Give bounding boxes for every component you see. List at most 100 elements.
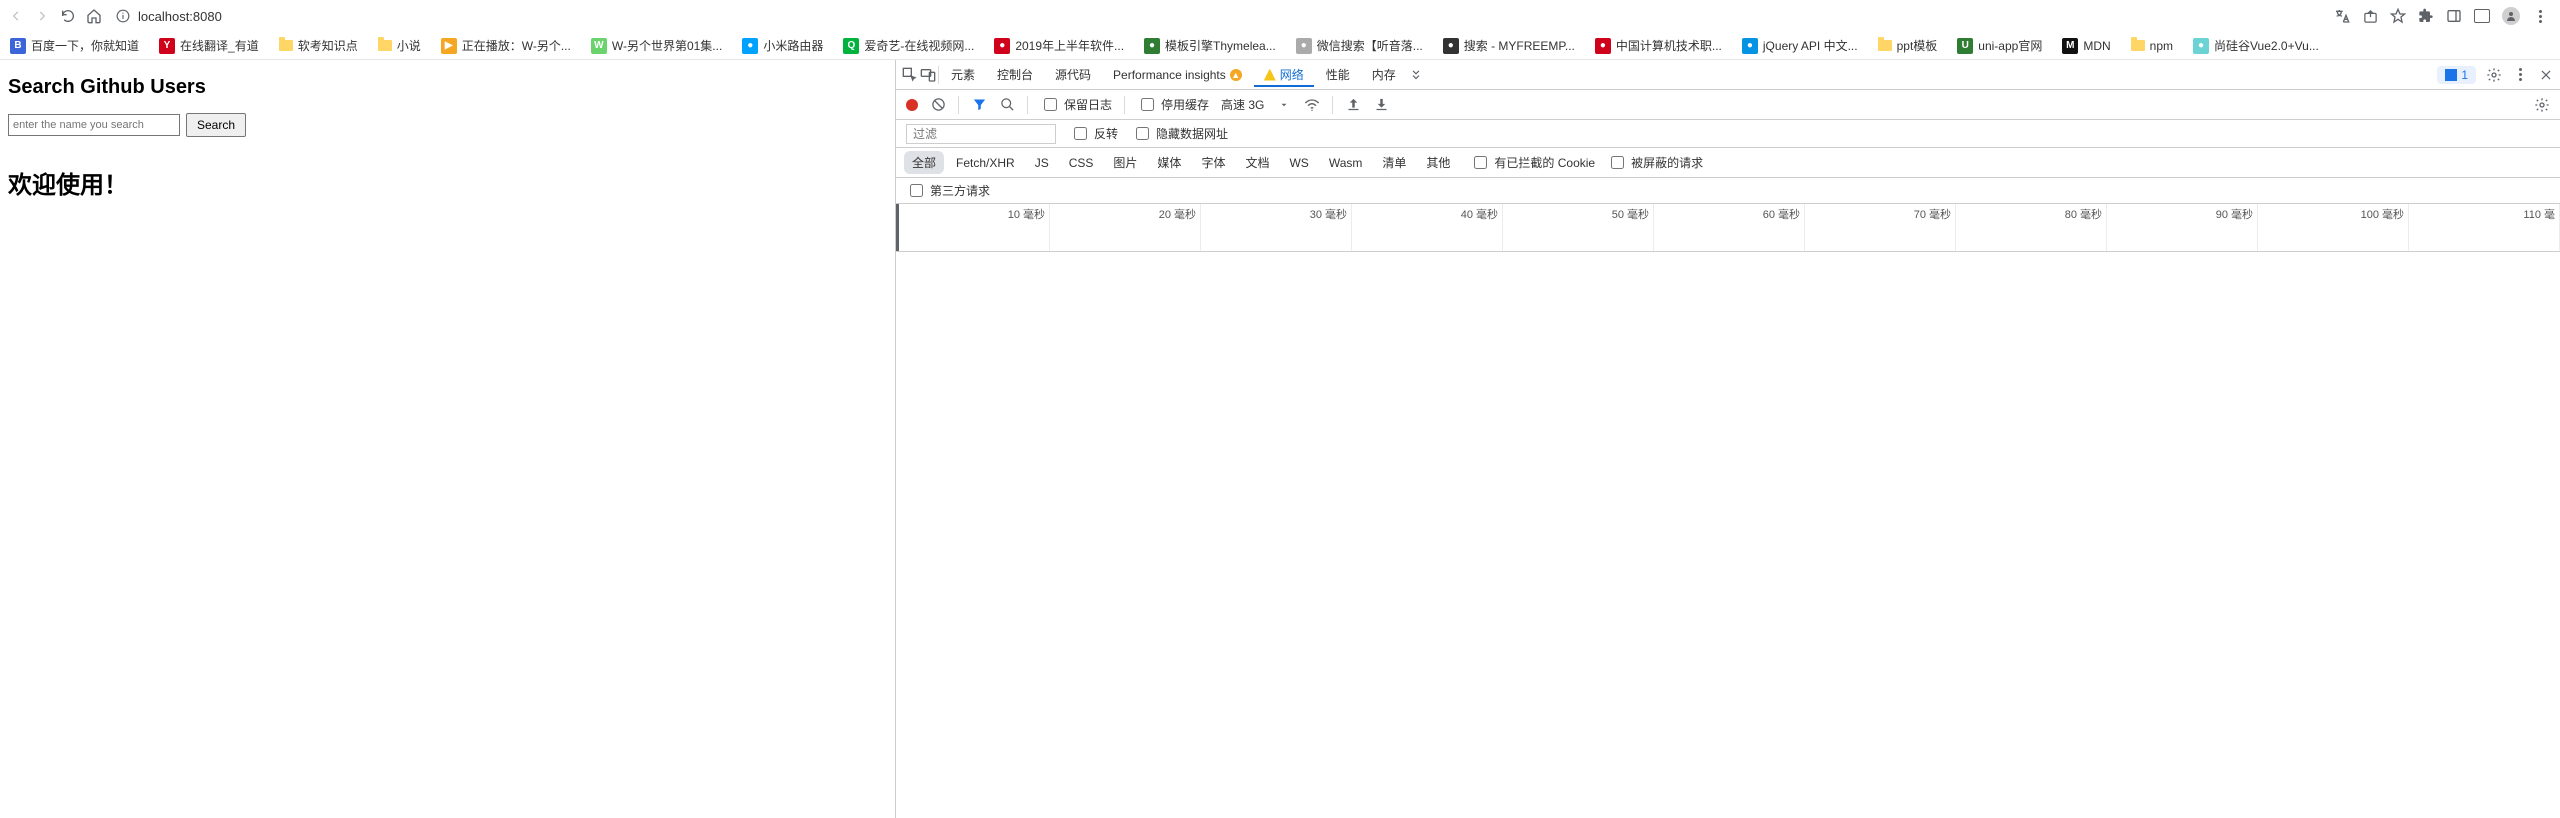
filter-icon[interactable] [971, 97, 987, 113]
bookmark-item[interactable]: Y在线翻译_有道 [155, 35, 263, 56]
info-icon [116, 9, 130, 23]
record-icon[interactable] [906, 99, 918, 111]
bookmark-item[interactable]: 软考知识点 [275, 35, 362, 56]
bookmark-label: 2019年上半年软件... [1015, 37, 1124, 54]
type-filter-清单[interactable]: 清单 [1374, 151, 1414, 174]
sidepanel-icon[interactable] [2446, 8, 2462, 24]
bookmark-item[interactable]: ● 中国计算机技术职... [1591, 35, 1726, 56]
blocked-requests-checkbox[interactable]: 被屏蔽的请求 [1607, 153, 1703, 172]
type-filter-全部[interactable]: 全部 [904, 151, 944, 174]
hide-data-urls-checkbox[interactable]: 隐藏数据网址 [1132, 124, 1228, 143]
issue-icon [2445, 69, 2457, 81]
bookmark-label: 百度一下，你就知道 [31, 37, 139, 54]
type-filter-ws[interactable]: WS [1281, 153, 1316, 173]
bookmark-label: jQuery API 中文... [1763, 37, 1858, 54]
bookmark-item[interactable]: ●微信搜索【听音落... [1292, 35, 1427, 56]
extensions-icon[interactable] [2418, 8, 2434, 24]
tab-sources[interactable]: 源代码 [1045, 62, 1101, 87]
throttle-caret-icon[interactable] [1276, 97, 1292, 113]
translate-icon[interactable] [2334, 8, 2350, 24]
bookmark-label: 小米路由器 [763, 37, 823, 54]
upload-icon[interactable] [1345, 97, 1361, 113]
settings-icon[interactable] [2486, 67, 2502, 83]
bookmark-item[interactable]: WW-另个世界第01集... [587, 35, 726, 56]
menu-icon[interactable] [2532, 8, 2548, 24]
tab-elements[interactable]: 元素 [941, 62, 985, 87]
search-button[interactable]: Search [186, 113, 246, 137]
type-filter-字体[interactable]: 字体 [1193, 151, 1233, 174]
invert-checkbox[interactable]: 反转 [1070, 124, 1118, 143]
search-input[interactable] [8, 114, 180, 136]
bookmark-label: 中国计算机技术职... [1616, 37, 1722, 54]
type-filter-文档[interactable]: 文档 [1237, 151, 1277, 174]
network-settings-icon[interactable] [2534, 97, 2550, 113]
third-party-checkbox[interactable]: 第三方请求 [906, 181, 990, 200]
bookmark-item[interactable]: Uuni-app官网 [1953, 35, 2046, 56]
window-icon[interactable] [2474, 9, 2490, 23]
bookmark-item[interactable]: Q爱奇艺-在线视频网... [839, 35, 978, 56]
star-icon[interactable] [2390, 8, 2406, 24]
more-tabs-icon[interactable] [1408, 67, 1424, 83]
clear-icon[interactable] [930, 97, 946, 113]
bookmark-item[interactable]: MMDN [2058, 36, 2114, 56]
device-toggle-icon[interactable] [920, 67, 936, 83]
bookmark-item[interactable]: npm [2127, 37, 2177, 55]
type-filter-其他[interactable]: 其他 [1418, 151, 1458, 174]
bookmark-item[interactable]: ●小米路由器 [738, 35, 827, 56]
wifi-icon[interactable] [1304, 97, 1320, 113]
bookmark-label: 软考知识点 [298, 37, 358, 54]
type-filter-fetch/xhr[interactable]: Fetch/XHR [948, 153, 1023, 173]
favicon-icon: B [10, 38, 26, 54]
blocked-cookies-checkbox[interactable]: 有已拦截的 Cookie [1470, 153, 1595, 172]
bookmark-item[interactable]: 小说 [374, 35, 425, 56]
preserve-log-checkbox[interactable]: 保留日志 [1040, 95, 1112, 114]
request-types: 全部Fetch/XHRJSCSS图片媒体字体文档WSWasm清单其他有已拦截的 … [896, 148, 2560, 178]
tab-performance[interactable]: 性能 [1316, 62, 1360, 87]
bookmark-item[interactable]: B 百度一下，你就知道 [6, 35, 143, 56]
tab-memory[interactable]: 内存 [1362, 62, 1406, 87]
filter-input[interactable] [906, 124, 1056, 144]
disable-cache-checkbox[interactable]: 停用缓存 [1137, 95, 1209, 114]
timeline-tick: 60 毫秒 [1763, 206, 1800, 222]
page-heading: Search Github Users [8, 76, 887, 99]
type-filter-图片[interactable]: 图片 [1105, 151, 1145, 174]
bookmark-item[interactable]: ●尚硅谷Vue2.0+Vu... [2189, 35, 2323, 56]
timeline-ruler[interactable]: 10 毫秒20 毫秒30 毫秒40 毫秒50 毫秒60 毫秒70 毫秒80 毫秒… [896, 204, 2560, 252]
bookmark-item[interactable]: ● 2019年上半年软件... [990, 35, 1128, 56]
bookmark-item[interactable]: ●搜索 - MYFREEMP... [1439, 35, 1579, 56]
tab-console[interactable]: 控制台 [987, 62, 1043, 87]
throttle-select[interactable]: 高速 3G [1221, 96, 1264, 113]
folder-icon [2131, 40, 2145, 51]
bookmark-label: 微信搜索【听音落... [1317, 37, 1423, 54]
inspect-icon[interactable] [902, 67, 918, 83]
bookmark-item[interactable]: ▶正在播放：W-另个... [437, 35, 575, 56]
home-icon[interactable] [86, 8, 102, 24]
issues-button[interactable]: 1 [2437, 66, 2476, 84]
type-filter-js[interactable]: JS [1027, 153, 1057, 173]
type-filter-css[interactable]: CSS [1061, 153, 1102, 173]
favicon-icon: ● [2193, 38, 2209, 54]
devtools-menu-icon[interactable] [2512, 67, 2528, 83]
favicon-icon: ● [1595, 38, 1611, 54]
profile-icon[interactable] [2502, 7, 2520, 25]
bookmark-item[interactable]: ●模板引擎Thymelea... [1140, 35, 1280, 56]
network-toolbar: 保留日志 停用缓存 高速 3G [896, 90, 2560, 120]
tab-perf-insights[interactable]: Performance insights▲ [1103, 64, 1252, 86]
folder-icon [1878, 40, 1892, 51]
address-bar[interactable]: localhost:8080 [116, 9, 222, 24]
reload-icon[interactable] [60, 8, 76, 24]
favicon-icon: ● [1144, 38, 1160, 54]
close-devtools-icon[interactable] [2538, 67, 2554, 83]
tab-network[interactable]: 网络 [1254, 62, 1314, 87]
search-icon[interactable] [999, 97, 1015, 113]
type-filter-wasm[interactable]: Wasm [1321, 153, 1371, 173]
bookmark-item[interactable]: ppt模板 [1874, 35, 1942, 56]
bookmark-item[interactable]: ●jQuery API 中文... [1738, 35, 1862, 56]
type-filter-媒体[interactable]: 媒体 [1149, 151, 1189, 174]
timeline-tick: 110 毫 [2523, 206, 2555, 222]
download-icon[interactable] [1373, 97, 1389, 113]
favicon-icon: ● [994, 38, 1010, 54]
share-icon[interactable] [2362, 8, 2378, 24]
timeline-tick: 90 毫秒 [2216, 206, 2253, 222]
favicon-icon: Q [843, 38, 859, 54]
